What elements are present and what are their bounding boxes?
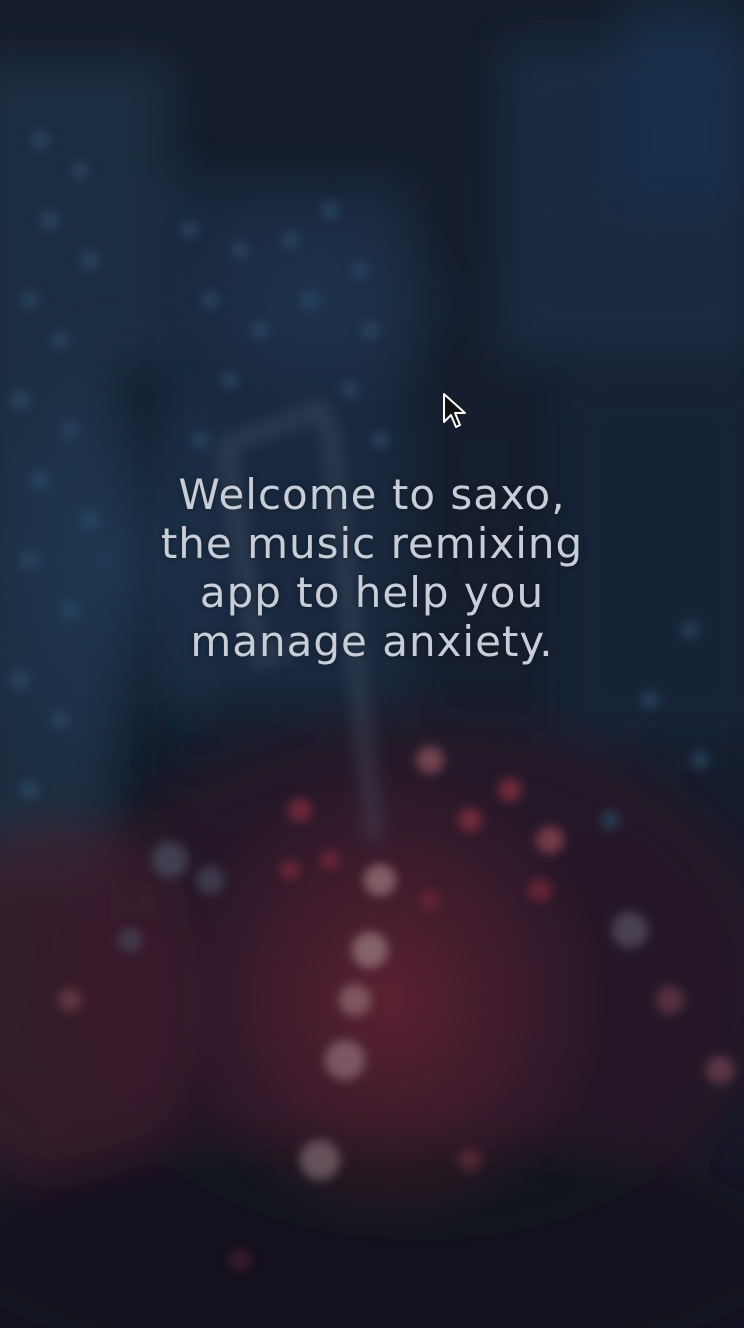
welcome-screen: Welcome to saxo, the music remixing app … <box>0 0 744 1328</box>
welcome-line-1: Welcome to saxo, <box>178 470 566 519</box>
welcome-line-2: the music remixing <box>160 519 584 568</box>
welcome-line-3: app to help you <box>199 568 545 617</box>
welcome-message: Welcome to saxo, the music remixing app … <box>122 470 622 666</box>
welcome-line-4: manage anxiety. <box>190 617 554 666</box>
mouse-pointer-icon <box>442 392 468 430</box>
